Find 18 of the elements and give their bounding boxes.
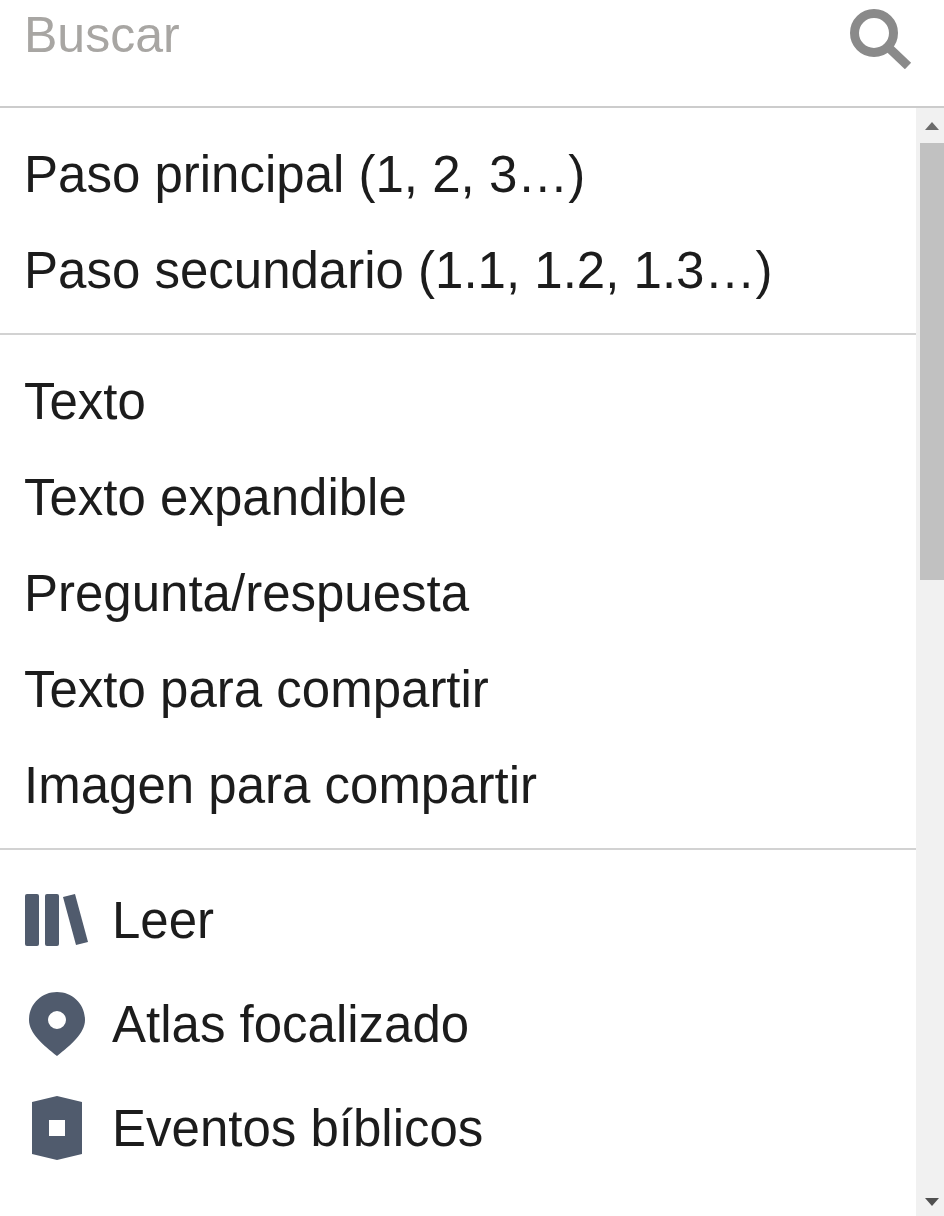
menu-item[interactable]: Pregunta/respuesta <box>0 545 916 641</box>
menu-item[interactable]: Texto <box>0 353 916 449</box>
shield-icon <box>32 1096 82 1160</box>
scrollbar-thumb[interactable] <box>920 143 944 580</box>
menu-item[interactable]: Paso secundario (1.1, 1.2, 1.3…) <box>0 222 916 318</box>
menu-item[interactable]: Eventos bíblicos <box>0 1076 916 1180</box>
scrollbar[interactable] <box>916 108 944 1216</box>
menu-item[interactable]: Paso principal (1, 2, 3…) <box>0 126 916 222</box>
menu-item[interactable]: Imagen para compartir <box>0 737 916 833</box>
menu-item[interactable]: Leer <box>0 868 916 972</box>
search-field[interactable]: Buscar <box>24 0 846 70</box>
menu-item[interactable]: Texto expandible <box>0 449 916 545</box>
map-pin-icon <box>29 992 85 1056</box>
menu-item[interactable]: Texto para compartir <box>0 641 916 737</box>
menu-item[interactable]: Atlas focalizado <box>0 972 916 1076</box>
scroll-down-icon[interactable] <box>925 1198 939 1206</box>
books-icon <box>25 894 89 946</box>
scroll-up-icon[interactable] <box>925 121 939 130</box>
